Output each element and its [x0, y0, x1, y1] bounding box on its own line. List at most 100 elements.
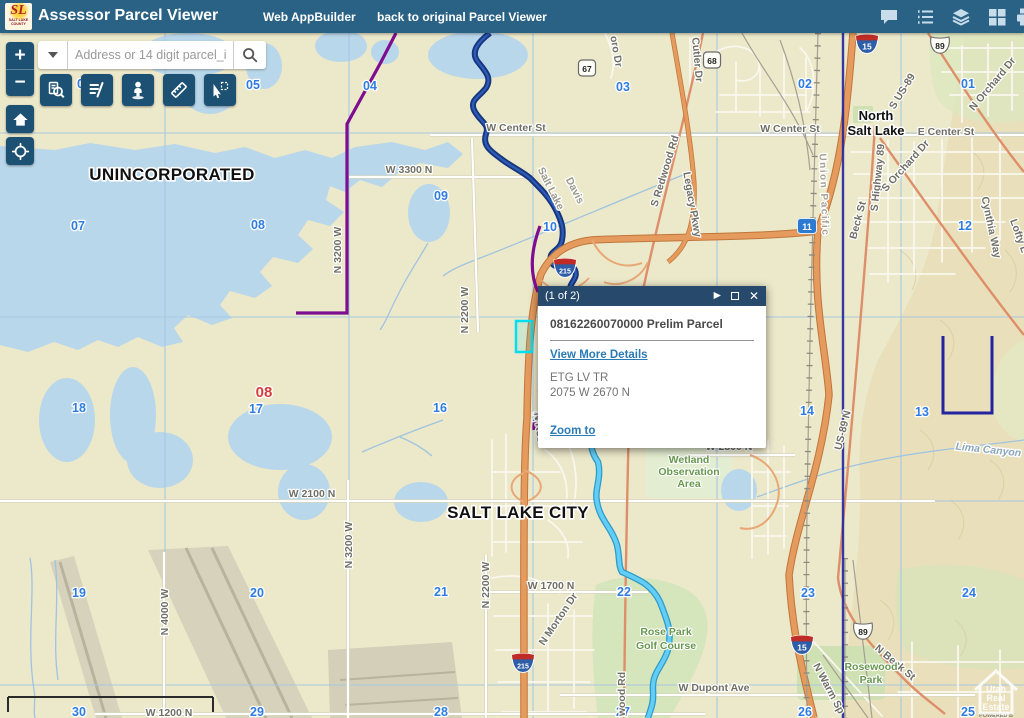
street-view-tool-button[interactable]: [122, 74, 154, 106]
search-input[interactable]: [68, 41, 233, 69]
map-label-04: 04: [363, 79, 377, 93]
search-widget: [38, 41, 266, 69]
map-label-salt-lake: Salt Lake: [847, 123, 904, 138]
search-icon: [241, 46, 259, 64]
map-label-19: 19: [72, 586, 86, 600]
maximize-icon[interactable]: [731, 292, 739, 300]
plus-icon: +: [14, 45, 25, 67]
basemap-grid-icon[interactable]: [986, 6, 1008, 28]
state-route-shield-67: 67: [579, 60, 596, 76]
map-label-w-2100-n: W 2100 N: [289, 488, 336, 500]
map-label-n-3200-w: N 3200 W: [343, 522, 355, 569]
minus-icon: −: [14, 72, 25, 94]
popup-body: 08162260070000 Prelim Parcel View More D…: [538, 306, 766, 448]
logo-subtext: SALT LAKE COUNTY: [5, 18, 32, 26]
home-icon: [11, 110, 30, 129]
map-label-07: 07: [71, 219, 85, 233]
message-icon[interactable]: [878, 6, 900, 28]
measure-tool-button[interactable]: [163, 74, 195, 106]
layers-icon[interactable]: [950, 6, 972, 28]
map-label-16: 16: [433, 401, 447, 415]
map-label-23: 23: [801, 586, 815, 600]
map-label-25: 25: [961, 705, 975, 718]
chevron-down-icon: [48, 52, 58, 58]
map-label-e-center-st: E Center St: [918, 126, 975, 138]
map-label-18: 18: [72, 401, 86, 415]
view-more-details-link[interactable]: View More Details: [550, 349, 648, 361]
map-label-n-2200-w: N 2200 W: [480, 562, 492, 609]
svg-text:11: 11: [802, 222, 812, 232]
nav-back-to-original[interactable]: back to original Parcel Viewer: [377, 10, 547, 24]
state-route-shield-68: 68: [704, 52, 721, 68]
map-label-30: 30: [72, 705, 86, 718]
parcel-address: 2075 W 2670 N: [550, 386, 754, 401]
svg-text:215: 215: [559, 269, 571, 276]
map-label-n-4000-w: N 4000 W: [159, 589, 171, 636]
print-icon[interactable]: [1014, 6, 1024, 28]
document-search-icon: [46, 80, 66, 100]
map-label-02: 02: [798, 77, 812, 91]
map-label-13: 13: [915, 405, 929, 419]
map-label-22: 22: [617, 585, 631, 599]
popup-pager: (1 of 2): [545, 290, 580, 302]
search-source-dropdown[interactable]: [38, 41, 68, 69]
lines-pen-icon: [87, 80, 107, 100]
app-header: SL SALT LAKE COUNTY Assessor Parcel View…: [0, 0, 1024, 33]
popup-parcel-title: 08162260070000 Prelim Parcel: [550, 314, 754, 341]
assessor-parcel-viewer-app: { "header": { "title": "Assessor Parcel …: [0, 0, 1024, 718]
map-label-w-dupont-ave: W Dupont Ave: [679, 682, 750, 694]
zoom-in-button[interactable]: +: [6, 42, 34, 69]
map-label-w-3300-n: W 3300 N: [386, 164, 433, 176]
map-label-salt-lake-city: SALT LAKE CITY: [447, 503, 589, 522]
home-extent-button[interactable]: [6, 105, 34, 133]
map-label-08: 08: [251, 218, 265, 232]
map-label-n-3200-w: N 3200 W: [332, 227, 344, 274]
parcel-owner: ETG LV TR: [550, 371, 754, 386]
svg-text:15: 15: [797, 643, 807, 653]
map-label-05: 05: [246, 78, 260, 92]
ruler-icon: [169, 80, 189, 100]
map-label-20: 20: [250, 586, 264, 600]
svg-text:89: 89: [935, 41, 945, 51]
my-location-button[interactable]: [6, 137, 34, 165]
map-label-w-center-st: W Center St: [486, 122, 546, 134]
map-label-12: 12: [958, 219, 972, 233]
map-canvas[interactable]: 2152151515898967686811 06050403020107080…: [0, 0, 1024, 718]
map-label-w-center-st: W Center St: [760, 123, 820, 135]
zoom-to-link[interactable]: Zoom to: [550, 425, 595, 437]
map-label-17: 17: [249, 402, 263, 416]
zoom-out-button[interactable]: −: [6, 69, 34, 96]
select-tool-button[interactable]: [204, 74, 236, 106]
selected-parcel-highlight[interactable]: [516, 321, 532, 352]
popup-header[interactable]: (1 of 2) ▶ ✕: [538, 286, 766, 306]
map-label-w-1700-n: W 1700 N: [528, 580, 575, 592]
map-label-08: 08: [256, 384, 273, 401]
svg-text:15: 15: [862, 42, 872, 52]
close-icon[interactable]: ✕: [749, 290, 759, 302]
map-label-24: 24: [962, 586, 976, 600]
map-label-29: 29: [250, 705, 264, 718]
map-label-09: 09: [434, 189, 448, 203]
map-label-21: 21: [434, 585, 448, 599]
svg-text:67: 67: [582, 64, 592, 74]
search-submit-button[interactable]: [233, 41, 266, 69]
legend-list-icon[interactable]: [914, 6, 936, 28]
map-label-w-1200-n: W 1200 N: [146, 707, 193, 718]
parcel-search-tool-button[interactable]: [40, 74, 72, 106]
select-cursor-icon: [210, 80, 230, 100]
logo-text: SL: [5, 3, 32, 18]
map-label-rosewood: Rosewood: [844, 661, 897, 673]
page-title: Assessor Parcel Viewer: [38, 7, 218, 25]
parcel-popup: (1 of 2) ▶ ✕ 08162260070000 Prelim Parce…: [538, 286, 766, 448]
next-feature-icon[interactable]: ▶: [714, 291, 721, 301]
edit-lines-tool-button[interactable]: [81, 74, 113, 106]
svg-text:89: 89: [858, 627, 868, 637]
map-label-28: 28: [434, 705, 448, 718]
map-label-north: North: [859, 108, 894, 123]
map-label-01: 01: [961, 77, 975, 91]
map-label-26: 26: [798, 705, 812, 718]
map-label-observation: Observation: [658, 466, 719, 478]
nav-web-appbuilder[interactable]: Web AppBuilder: [263, 10, 356, 24]
map-label-n-2200-w: N 2200 W: [459, 287, 471, 334]
salt-lake-county-logo: SL SALT LAKE COUNTY: [5, 3, 32, 30]
